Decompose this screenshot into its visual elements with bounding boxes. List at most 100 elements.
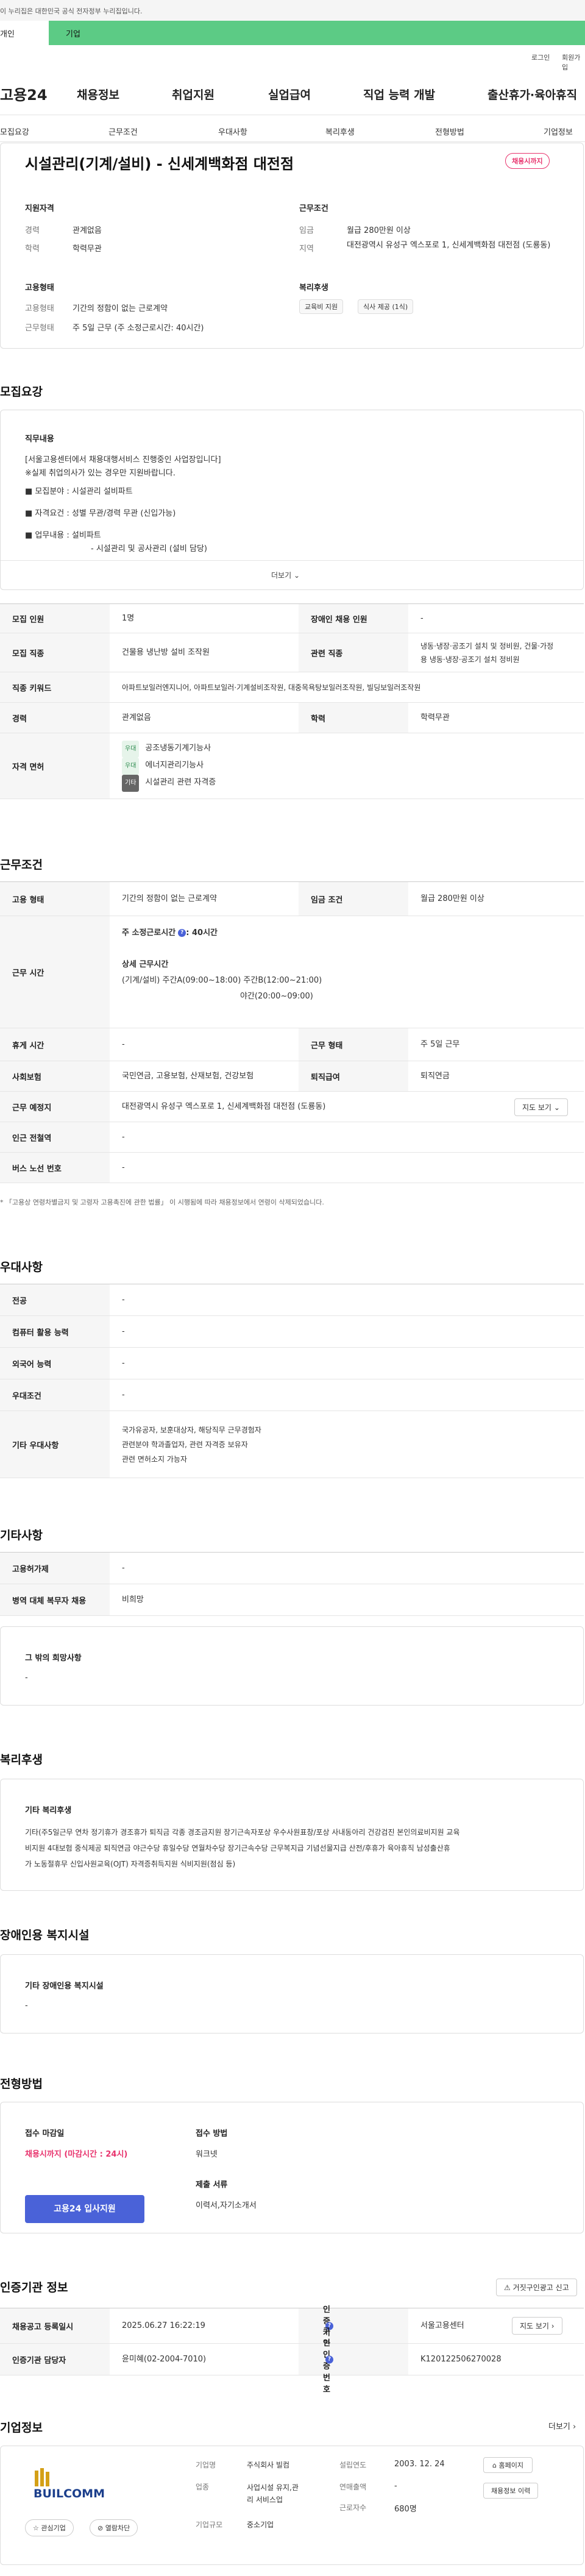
disability-card: 기타 장애인용 복지시설 - (0, 1954, 584, 2033)
table-header-label: 우대조건 (12, 1392, 41, 1401)
table-data-cell: 국민연금, 고용보험, 산재보험, 건강보험 (122, 1071, 254, 1081)
gnb-support[interactable]: 취업지원 (172, 86, 214, 102)
gnb-training[interactable]: 직업 능력 개발 (363, 86, 435, 102)
table-row: 사회보험 국민연금, 고용보험, 산재보험, 건강보험 퇴직급여 퇴직연금 (0, 1061, 584, 1092)
table-header-cell: 근무 예정지 (0, 1092, 110, 1122)
table-header-label: 병역 대체 복무자 채용 (12, 1596, 87, 1606)
wtype-label: 근무형태 (25, 324, 54, 333)
edu-label: 학력 (25, 244, 40, 254)
table-row: 채용공고 등록일시 2025.06.27 16:22:19 인증기관? 서울고용… (0, 2305, 584, 2349)
duty-line: [서울고용센터에서 채용대행서비스 진행중인 사업장입니다] (25, 455, 221, 464)
map-button[interactable]: 지도 보기 ⌄ (514, 1098, 568, 1116)
table-row: 컴퓨터 활용 능력 - (0, 1316, 584, 1348)
count-value: 1명 (122, 613, 135, 623)
table-row: 모집 인원 1명 장애인 채용 인원 - (0, 604, 584, 633)
welfare-title: 복리후생 (299, 283, 328, 293)
history-button[interactable]: 채용정보 이력 (483, 2483, 539, 2499)
table-header-label: 버스 노선 번호 (12, 1164, 62, 1173)
duty-line: ※실제 취업의사가 있는 경우만 지원바랍니다. (25, 469, 176, 478)
table-header-label: 관련 직종 (311, 649, 343, 658)
tab-company[interactable]: 기업 (66, 27, 80, 39)
table-header-cell: 근무 형태 (299, 1028, 408, 1061)
subtab-company[interactable]: 기업정보 (544, 126, 573, 137)
table-header-label: 근무 예정지 (12, 1103, 52, 1112)
company-more-link[interactable]: 더보기 › (548, 2420, 576, 2432)
chevron-down-icon: ⌄ (553, 1103, 560, 1112)
table-row: 휴게 시간 - 근무 형태 주 5일 근무 (0, 1028, 584, 1061)
info-icon[interactable]: ? (178, 929, 186, 937)
welfare-card: 기타 복리후생 기타(주5일근무 연차 정기휴가 경조휴가 퇴직금 각종 경조금… (0, 1779, 584, 1891)
table-header-cell: 컴퓨터 활용 능력 (0, 1316, 110, 1347)
table-header-cell: 인증기관 담당자 (0, 2344, 110, 2375)
career-value: 관계없음 (73, 226, 102, 235)
tab-personal[interactable]: 개인 (0, 21, 49, 45)
section-welfare: 복리후생 (0, 1753, 43, 1767)
table-data-cell: 서울고용센터 지도 보기 › (408, 2308, 584, 2343)
section-pref: 우대사항 (0, 1261, 43, 1274)
table-row: 병역 대체 복무자 채용 비희망 (0, 1584, 584, 1616)
gnb-benefit[interactable]: 실업급여 (268, 86, 311, 102)
section-company: 기업정보 (0, 2421, 43, 2435)
gnb-jobs[interactable]: 채용정보 (77, 86, 119, 102)
table-data-cell: - (122, 1390, 125, 1400)
table-header-label: 학력 (311, 714, 325, 724)
area-value: 대전광역시 유성구 엑스포로 1, 신세계백화점 대전점 (도룡동) (347, 241, 551, 250)
subtab-work[interactable]: 근무조건 (108, 126, 138, 137)
table-header-label: 모집 직종 (12, 649, 44, 658)
site-logo[interactable]: 고용24 (0, 83, 48, 104)
fav-button[interactable]: ☆ 관심기업 (25, 2519, 74, 2536)
wish-card: 그 밖의 희망사항 - (0, 1626, 584, 1706)
table-header-cell: 전공 (0, 1284, 110, 1315)
table-header-label: 컴퓨터 활용 능력 (12, 1328, 69, 1337)
subtab-recruit[interactable]: 모집요강 (0, 126, 29, 137)
table-header-label: 인근 전철역 (12, 1134, 52, 1143)
subtab-pref[interactable]: 우대사항 (218, 126, 247, 137)
apply-button[interactable]: 고용24 입사지원 (25, 2195, 144, 2223)
qual-title: 지원자격 (25, 204, 54, 213)
chevron-down-icon: ⌄ (293, 571, 300, 580)
license-name: 에너지관리기능사 (145, 760, 204, 770)
table-row: 근무 예정지 대전광역시 유성구 엑스포로 1, 신세계백화점 대전점 (도룡동… (0, 1092, 584, 1122)
table-row: 전공 - (0, 1284, 584, 1316)
org-map-button[interactable]: 지도 보기 › (512, 2317, 562, 2335)
section-other: 기타사항 (0, 1529, 43, 1542)
report-button[interactable]: ⚠ 거짓구인광고 신고 (496, 2279, 577, 2296)
table-data-cell: 아파트보일러엔지니어, 아파트보일러·기계설비조작원, 대중목욕탕보일러조작원,… (122, 683, 421, 692)
table-header-cell: 인증기관? (299, 2305, 408, 2349)
table-header-label: 고용허가제 (12, 1565, 49, 1574)
table-data-cell: 대전광역시 유성구 엑스포로 1, 신세계백화점 대전점 (도룡동) 지도 보기… (110, 1092, 584, 1122)
section-method: 전형방법 (0, 2077, 43, 2091)
wtype-value: 주 5일 근무 (주 소정근로시간: 40시간) (73, 324, 204, 333)
alert-icon: ⚠ (504, 2283, 511, 2292)
login-link[interactable]: 로그인 (531, 52, 550, 62)
table-header-label: 임금 조건 (311, 895, 343, 905)
table-header-label: 퇴직급여 (311, 1073, 340, 1082)
more-button[interactable]: 더보기 ⌄ (271, 570, 300, 580)
duty-line: ■ 업무내용 : 설비파트 (25, 531, 101, 540)
star-icon: ☆ (33, 2524, 39, 2532)
signup-link[interactable]: 회원가입 (562, 52, 585, 72)
table-header-cell: 모집 직종 (0, 633, 110, 672)
license-name: 시설관리 관련 자격증 (145, 777, 216, 787)
divider (1, 560, 583, 561)
table-header-cell: 기타 우대사항 (0, 1411, 110, 1478)
table-header-label: 자격 면허 (12, 763, 44, 772)
table-header-cell: 사회보험 (0, 1061, 110, 1091)
homepage-button[interactable]: ⌂ 홈페이지 (483, 2457, 533, 2473)
table-data-cell: - (122, 1295, 125, 1304)
subtab-method[interactable]: 전형방법 (435, 126, 464, 137)
divider (0, 141, 585, 142)
table-row: 인증기관 담당자 윤미혜(02-2004-7010) 구인인증번호? K1201… (0, 2327, 584, 2394)
type-title: 고용형태 (25, 283, 54, 293)
table-row: 외국어 능력 - (0, 1348, 584, 1379)
edu-value: 학력무관 (73, 244, 102, 254)
gnb-leave[interactable]: 출산휴가·육아휴직 (488, 86, 577, 102)
info-icon[interactable]: ? (325, 2355, 333, 2363)
table-data-cell: 냉동·냉장·공조기 설치 및 정비원, 건물·가정 용 냉동·냉장·공조기 설치 … (420, 641, 554, 664)
table-header-label: 경력 (12, 714, 27, 724)
subtab-welfare[interactable]: 복리후생 (325, 126, 355, 137)
table-data-cell: - (122, 1563, 125, 1573)
block-button[interactable]: ⊘ 열람차단 (90, 2519, 138, 2536)
license-name: 공조냉동기계기능사 (145, 743, 211, 753)
license-tag: 기타 (122, 774, 140, 792)
